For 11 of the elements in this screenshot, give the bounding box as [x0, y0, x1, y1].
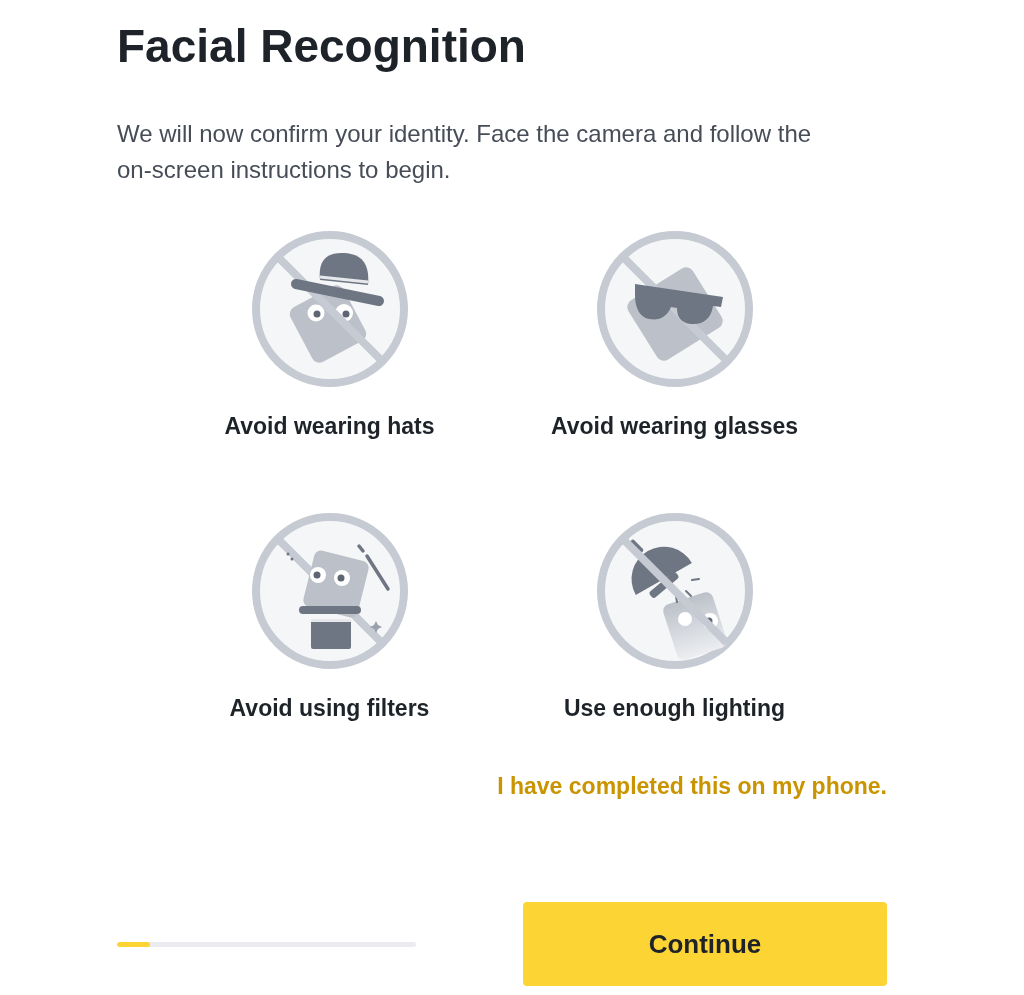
crossed-magic-hat-icon	[251, 513, 408, 669]
crossed-lamp-icon	[596, 513, 753, 669]
tip-label: Avoid wearing glasses	[550, 412, 799, 440]
page-title: Facial Recognition	[117, 21, 527, 71]
tip-label: Avoid wearing hats	[224, 412, 435, 440]
crossed-sunglasses-icon	[596, 231, 753, 387]
crossed-hat-icon	[251, 231, 408, 387]
tip-label: Use enough lighting	[563, 694, 785, 722]
instructions-text: We will now confirm your identity. Face the camera and follow the on-screen instructions to begin.	[117, 119, 813, 185]
continue-button[interactable]: Continue	[523, 902, 887, 986]
tip-label: Avoid using filters	[229, 694, 430, 722]
